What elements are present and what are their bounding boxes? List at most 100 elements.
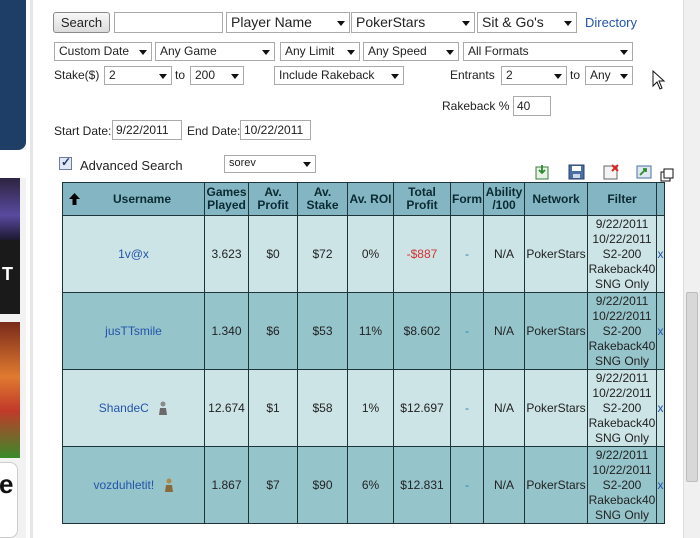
chevron-down-icon <box>303 162 311 167</box>
chevron-down-icon <box>391 73 399 79</box>
form-cell: - <box>450 369 484 447</box>
chevron-down-icon <box>262 49 270 55</box>
entrants-from-select[interactable]: 2 <box>501 66 567 85</box>
header-av-roi[interactable]: Av. ROI <box>347 182 394 216</box>
speed-select[interactable]: Any Speed <box>363 42 459 61</box>
chevron-down-icon <box>139 49 147 55</box>
games-cell: 12.674 <box>204 369 249 447</box>
save-icon[interactable] <box>568 164 585 180</box>
remove-row-button[interactable]: x <box>656 446 665 524</box>
network-cell: PokerStars <box>524 215 588 293</box>
chevron-down-icon <box>231 73 239 79</box>
remove-row-button[interactable]: x <box>656 215 665 293</box>
form-cell: - <box>450 215 484 293</box>
table-row: vozduhletit! 1.867 $7 $90 6% $12.831 - N… <box>62 446 665 524</box>
filter-cell: 9/22/2011 10/22/2011 S2-200 Rakeback40 S… <box>587 369 657 447</box>
username-cell[interactable]: ShandeC <box>62 369 205 447</box>
username-cell[interactable]: vozduhletit! <box>62 446 205 524</box>
header-av-profit[interactable]: Av. Profit <box>248 182 298 216</box>
av-profit-cell: $1 <box>248 369 298 447</box>
remove-row-button[interactable]: x <box>656 369 665 447</box>
advanced-search-label: Advanced Search <box>80 158 183 173</box>
end-date-label: End Date: <box>187 124 241 138</box>
av-profit-cell: $6 <box>248 292 298 370</box>
rakeback-percent-input[interactable]: 40 <box>513 96 551 116</box>
username-cell[interactable]: jusTTsmile <box>62 292 205 370</box>
av-stake-cell: $72 <box>297 215 348 293</box>
directory-link[interactable]: Directory <box>585 15 637 30</box>
chevron-down-icon <box>337 20 345 26</box>
header-remove <box>656 182 665 216</box>
av-stake-cell: $58 <box>297 369 348 447</box>
table-row: ShandeC 12.674 $1 $58 1% $12.697 - N/A P… <box>62 369 665 447</box>
sort-select[interactable]: sorev <box>224 155 316 173</box>
chevron-down-icon <box>620 73 628 79</box>
sort-up-arrow-icon[interactable] <box>69 192 80 205</box>
limit-select[interactable]: Any Limit <box>280 42 360 61</box>
header-av-stake[interactable]: Av. Stake <box>297 182 348 216</box>
stake-to-select[interactable]: 200 <box>190 66 244 85</box>
site-select[interactable]: PokerStars <box>351 12 475 33</box>
header-ability[interactable]: Ability /100 <box>483 182 525 216</box>
search-input[interactable] <box>114 12 223 33</box>
rakeback-mode-select[interactable]: Include Rakeback <box>274 66 404 85</box>
game-select[interactable]: Any Game <box>155 42 275 61</box>
header-form[interactable]: Form <box>450 182 484 216</box>
entrants-to-label: to <box>570 68 581 82</box>
av-profit-cell: $0 <box>248 215 298 293</box>
advanced-search-checkbox[interactable] <box>59 155 72 170</box>
network-cell: PokerStars <box>524 369 588 447</box>
header-network[interactable]: Network <box>524 182 588 216</box>
game-mode-select[interactable]: Sit & Go's <box>477 12 577 33</box>
ability-cell: N/A <box>483 369 525 447</box>
date-mode-select[interactable]: Custom Date <box>54 42 152 61</box>
end-date-input[interactable]: 10/22/2011 <box>240 120 311 140</box>
av-roi-cell: 6% <box>347 446 394 524</box>
chevron-down-icon <box>620 49 628 55</box>
remove-row-button[interactable]: x <box>656 292 665 370</box>
player-avatar-icon <box>159 401 168 416</box>
page-scrollbar[interactable] <box>683 0 700 538</box>
av-stake-cell: $90 <box>297 446 348 524</box>
filter-cell: 9/22/2011 10/22/2011 S2-200 Rakeback40 S… <box>587 215 657 293</box>
ability-cell: N/A <box>483 292 525 370</box>
games-cell: 1.340 <box>204 292 249 370</box>
stake-label: Stake($) <box>54 68 100 82</box>
header-username[interactable]: Username <box>62 182 205 216</box>
start-date-input[interactable]: 9/22/2011 <box>112 120 182 140</box>
export-icon[interactable] <box>534 164 551 180</box>
ability-cell: N/A <box>483 215 525 293</box>
network-cell: PokerStars <box>524 446 588 524</box>
ad-banner-3[interactable] <box>0 322 20 458</box>
chevron-down-icon <box>347 49 355 55</box>
total-profit-cell: $12.831 <box>393 446 451 524</box>
header-total-profit[interactable]: Total Profit <box>393 182 451 216</box>
scrollbar-thumb[interactable] <box>686 292 698 482</box>
popout-icon[interactable] <box>660 168 674 182</box>
av-stake-cell: $53 <box>297 292 348 370</box>
search-button[interactable]: Search <box>53 12 110 33</box>
total-profit-cell: -$887 <box>393 215 451 293</box>
refresh-icon[interactable] <box>636 164 653 180</box>
entrants-to-select[interactable]: Any <box>585 66 633 85</box>
chevron-down-icon <box>554 73 562 79</box>
formats-select[interactable]: All Formats <box>463 42 633 61</box>
ad-banner-2[interactable]: T <box>0 240 20 314</box>
ad-banner-4[interactable]: e <box>0 462 18 538</box>
form-cell: - <box>450 292 484 370</box>
content-divider <box>30 0 33 538</box>
network-cell: PokerStars <box>524 292 588 370</box>
delete-icon[interactable] <box>602 164 619 180</box>
ad-banner-1[interactable] <box>0 178 20 240</box>
table-header-row: Username Games Played Av. Profit Av. Sta… <box>62 182 665 216</box>
filter-cell: 9/22/2011 10/22/2011 S2-200 Rakeback40 S… <box>587 446 657 524</box>
stake-from-select[interactable]: 2 <box>104 66 172 85</box>
sidebar-panel <box>0 0 26 150</box>
header-games-played[interactable]: Games Played <box>204 182 249 216</box>
filter-cell: 9/22/2011 10/22/2011 S2-200 Rakeback40 S… <box>587 292 657 370</box>
header-filter[interactable]: Filter <box>587 182 657 216</box>
username-cell[interactable]: 1v@x <box>62 215 205 293</box>
total-profit-cell: $12.697 <box>393 369 451 447</box>
search-type-select[interactable]: Player Name <box>226 12 350 33</box>
games-cell: 1.867 <box>204 446 249 524</box>
